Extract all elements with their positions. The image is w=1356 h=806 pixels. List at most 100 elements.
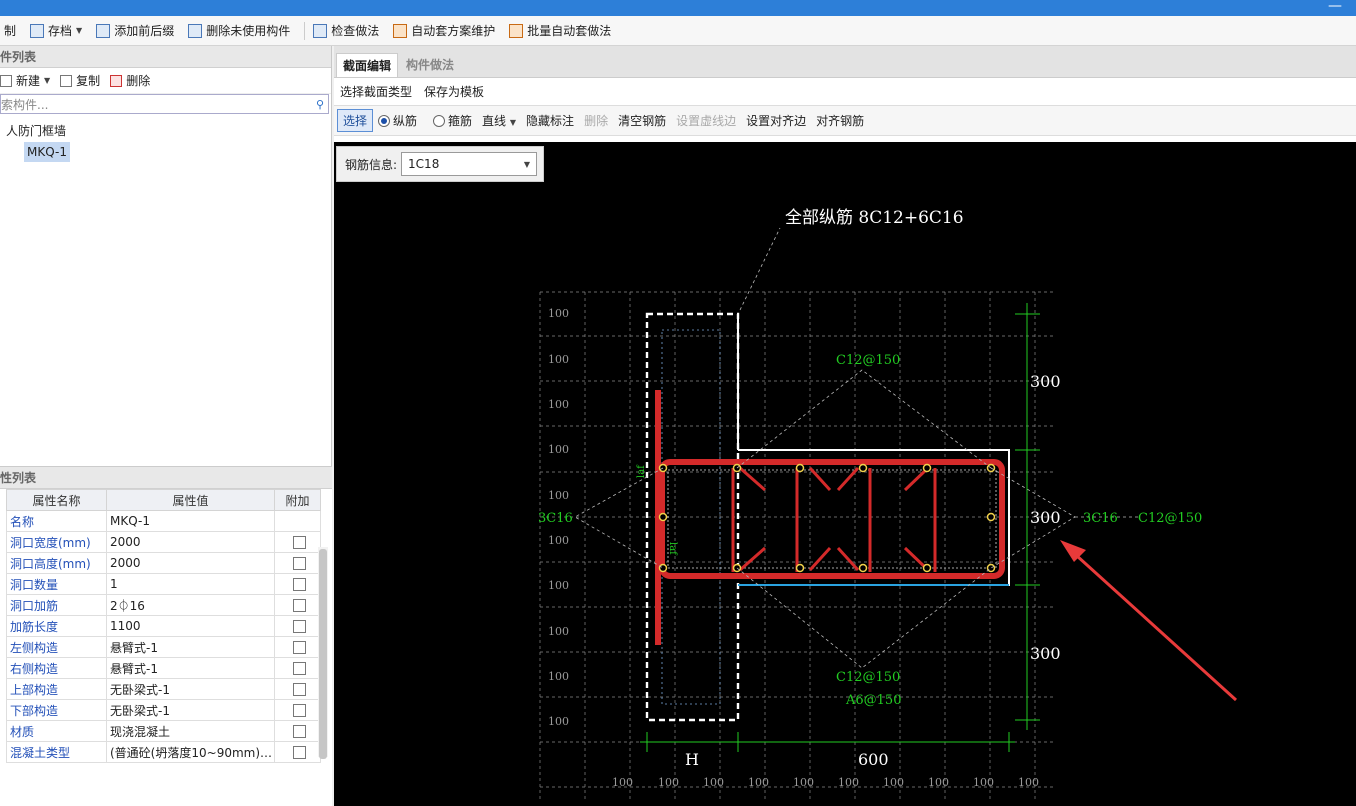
property-list-title: 性列表 (0, 467, 332, 489)
property-row[interactable]: 左侧构造 悬臂式-1 (6, 636, 321, 658)
property-value[interactable]: 无卧梁式-1 (106, 699, 275, 721)
property-value[interactable]: MKQ-1 (106, 510, 275, 532)
delete-rebar-button[interactable]: 删除 (579, 110, 613, 131)
property-row[interactable]: 名称 MKQ-1 (6, 510, 321, 532)
extra-checkbox[interactable] (292, 620, 306, 633)
search-input[interactable]: 索构件... ⚲ (0, 94, 329, 114)
extra-checkbox[interactable] (292, 578, 306, 591)
property-extra-cell (274, 720, 321, 742)
extra-checkbox[interactable] (292, 536, 306, 549)
property-value[interactable]: 现浇混凝土 (106, 720, 275, 742)
select-button[interactable]: 选择 (337, 109, 374, 132)
property-row[interactable]: 加筋长度 1100 (6, 615, 321, 637)
laf-label: laf (636, 464, 647, 478)
property-value[interactable]: 2000 (106, 531, 275, 553)
new-icon (0, 74, 12, 87)
extra-checkbox[interactable] (292, 683, 306, 696)
grid-label: 100 (883, 776, 904, 789)
property-row[interactable]: 洞口宽度(mm) 2000 (6, 531, 321, 553)
dim-300-bottom: 300 (1030, 644, 1061, 663)
toolbar-item-make[interactable]: 制 (0, 20, 20, 42)
new-button[interactable]: 新建 ▼ (0, 72, 50, 89)
property-row[interactable]: 洞口高度(mm) 2000 (6, 552, 321, 574)
tree-node-root[interactable]: 人防门框墙 (0, 120, 331, 142)
check-icon (313, 23, 328, 38)
extra-checkbox[interactable] (292, 662, 306, 675)
extra-checkbox[interactable] (292, 704, 306, 717)
minimize-icon[interactable]: — (1328, 0, 1342, 14)
title-bar: — (0, 0, 1356, 16)
property-value[interactable]: 悬臂式-1 (106, 657, 275, 679)
grid-label: 100 (838, 776, 859, 789)
grid-label: 100 (548, 579, 569, 592)
rebar-point (922, 463, 932, 473)
property-row[interactable]: 洞口加筋 2⏀16 (6, 594, 321, 616)
property-row[interactable]: 材质 现浇混凝土 (6, 720, 321, 742)
longitudinal-label: 纵筋 (393, 114, 418, 128)
grid-label: 100 (973, 776, 994, 789)
extra-checkbox[interactable] (292, 557, 306, 570)
toolbar-delete-unused-button[interactable]: 删除未使用构件 (184, 20, 294, 42)
toolbar-add-prefix-button[interactable]: 添加前后缀 (92, 20, 178, 42)
extra-checkbox[interactable] (292, 599, 306, 612)
property-row[interactable]: 洞口数量 1 (6, 573, 321, 595)
save-as-template-button[interactable]: 保存为模板 (424, 83, 484, 100)
longitudinal-radio[interactable]: 纵筋 (373, 110, 422, 131)
web-cover-line (667, 469, 997, 569)
set-dashed-edge-button[interactable]: 设置虚线边 (671, 110, 741, 131)
tree-node-selected[interactable]: MKQ-1 (24, 142, 70, 162)
property-name: 洞口数量 (6, 573, 107, 595)
property-table: 属性名称 属性值 附加 名称 MKQ-1 洞口宽度(mm) 2000 洞口高度(mm) 2… (6, 489, 321, 763)
property-row[interactable]: 混凝土类型 (普通砼(坍落度10~90mm) ... (6, 741, 321, 763)
toolbar-auto-plan-button[interactable]: 自动套方案维护 (389, 20, 499, 42)
property-name: 名称 (6, 510, 107, 532)
rebar-point (986, 563, 996, 573)
col-extra-header: 附加 (274, 489, 321, 511)
line-dropdown[interactable]: 直线 ▼ (477, 110, 521, 131)
property-row[interactable]: 上部构造 无卧梁式-1 (6, 678, 321, 700)
all-rebar-label: 全部纵筋 8C12+6C16 (785, 208, 964, 228)
drawing-canvas[interactable]: 钢筋信息: 1C18 ▼ 100 100 100 100 100 100 100 100 100 1… (334, 142, 1356, 806)
clear-rebar-button[interactable]: 清空钢筋 (613, 110, 671, 131)
set-align-edge-button[interactable]: 设置对齐边 (741, 110, 811, 131)
dim-600-label: 600 (858, 750, 889, 769)
extra-checkbox[interactable] (292, 725, 306, 738)
property-row[interactable]: 右侧构造 悬臂式-1 (6, 657, 321, 679)
web-stirrup (659, 459, 1005, 579)
property-value[interactable]: 1100 (106, 615, 275, 637)
hide-mark-button[interactable]: 隐藏标注 (521, 110, 579, 131)
save-icon (30, 23, 45, 38)
align-rebar-button[interactable]: 对齐钢筋 (811, 110, 869, 131)
toolbar-label: 添加前后缀 (114, 24, 175, 38)
property-extra-cell (274, 657, 321, 679)
extra-checkbox[interactable] (292, 746, 306, 759)
select-section-type-button[interactable]: 选择截面类型 (340, 83, 412, 100)
property-value[interactable]: 2⏀16 (106, 594, 275, 616)
delete-button[interactable]: 删除 (110, 72, 150, 89)
toolbar-save-button[interactable]: 存档 ▼ (26, 20, 86, 42)
property-name: 洞口高度(mm) (6, 552, 107, 574)
property-row[interactable]: 下部构造 无卧梁式-1 (6, 699, 321, 721)
dim-300-mid: 300 (1030, 508, 1061, 527)
property-extra-cell (274, 678, 321, 700)
search-icon[interactable]: ⚲ (316, 98, 324, 111)
property-value[interactable]: 悬臂式-1 (106, 636, 275, 658)
property-scrollbar[interactable] (318, 547, 328, 759)
property-name: 右侧构造 (6, 657, 107, 679)
property-name: 洞口加筋 (6, 594, 107, 616)
copy-button[interactable]: 复制 (60, 72, 100, 89)
property-extra-cell (274, 573, 321, 595)
property-value[interactable]: 2000 (106, 552, 275, 574)
extra-checkbox[interactable] (292, 641, 306, 654)
toolbar-check-method-button[interactable]: 检查做法 (309, 20, 383, 42)
grid-label: 100 (548, 625, 569, 638)
property-value[interactable]: (普通砼(坍落度10~90mm) ... (106, 741, 275, 763)
tab-section-edit[interactable]: 截面编辑 (336, 53, 399, 77)
property-value[interactable]: 1 (106, 573, 275, 595)
property-name: 洞口宽度(mm) (6, 531, 107, 553)
tab-component-method[interactable]: 构件做法 (400, 53, 460, 77)
property-value[interactable]: 无卧梁式-1 (106, 678, 275, 700)
stirrup-radio[interactable]: 箍筋 (428, 110, 477, 131)
toolbar-batch-auto-button[interactable]: 批量自动套做法 (505, 20, 615, 42)
scrollbar-thumb[interactable] (319, 549, 327, 759)
